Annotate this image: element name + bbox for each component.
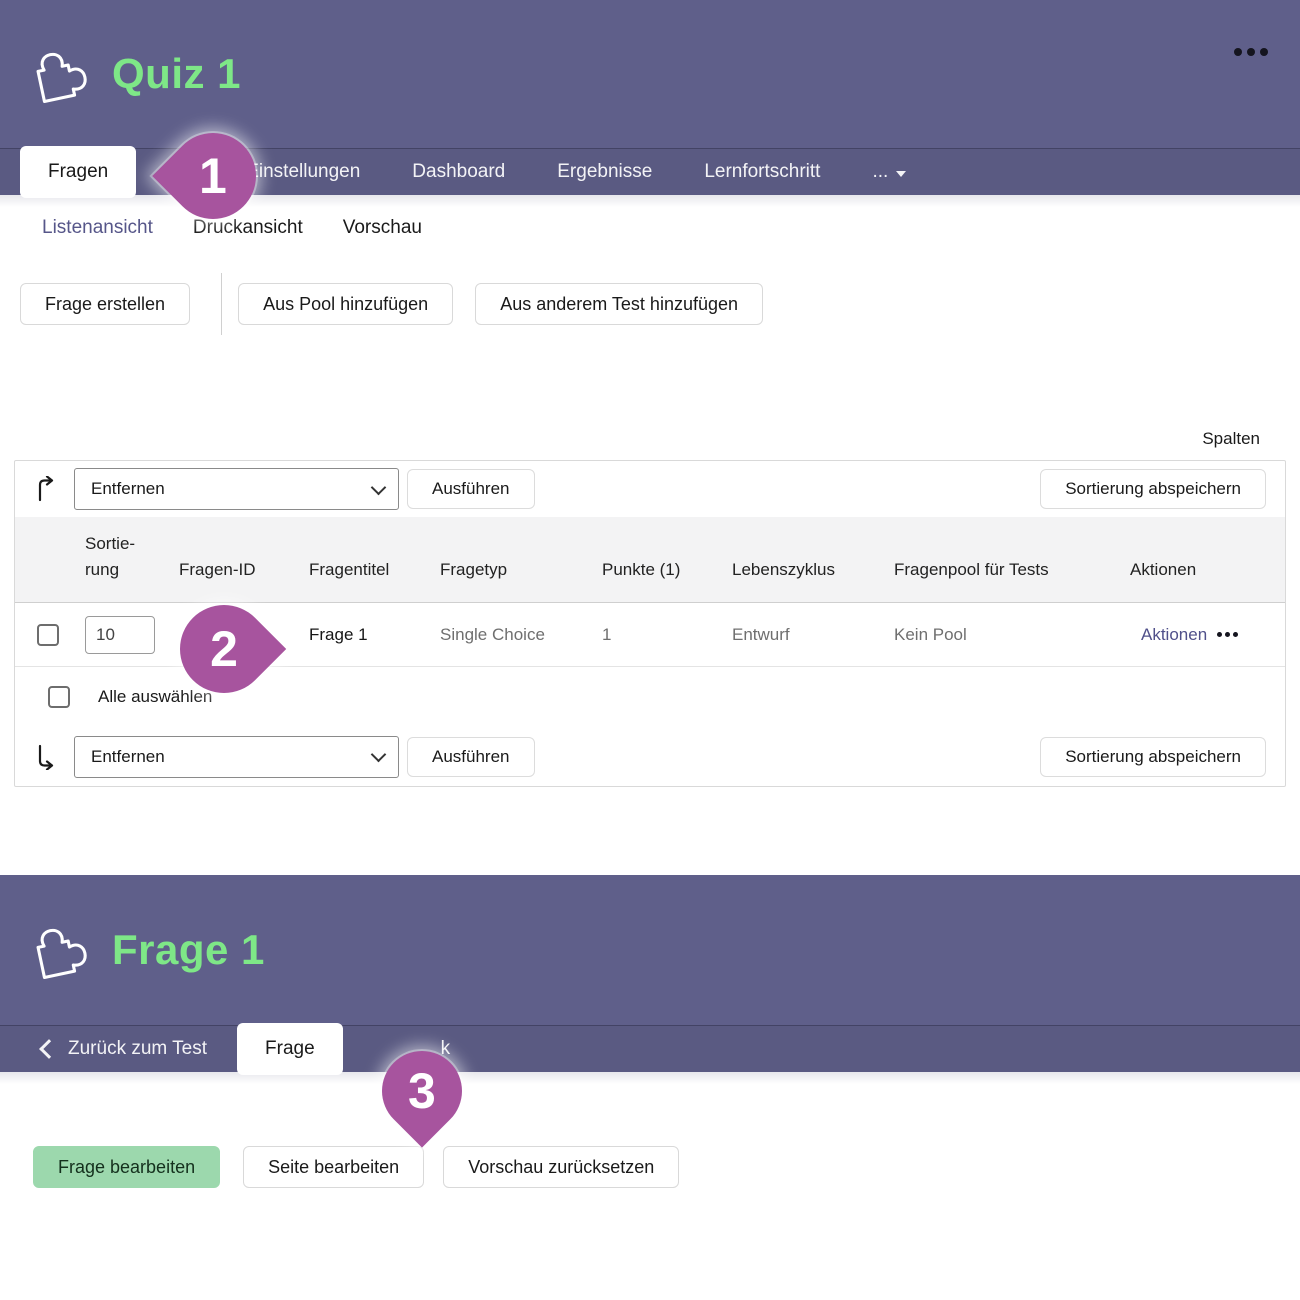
screenshot-root: Quiz 1 Fragen Einstellungen Dashboard Er…	[0, 0, 1300, 1300]
cell-fragetyp: Single Choice	[438, 625, 600, 645]
sort-order-input[interactable]	[85, 616, 155, 654]
col-punkte: Punkte (1)	[600, 557, 730, 583]
save-sorting-button-bottom[interactable]: Sortierung abspeichern	[1040, 737, 1266, 777]
create-question-button[interactable]: Frage erstellen	[20, 283, 190, 325]
back-to-test-label: Zurück zum Test	[68, 1038, 207, 1060]
question-actions-row: Frage erstellen Aus Pool hinzufügen Aus …	[0, 283, 1300, 325]
step-marker-3-number: 3	[408, 1062, 436, 1120]
puzzle-piece-icon	[30, 44, 90, 104]
chevron-down-icon	[896, 171, 906, 177]
col-fragetyp: Fragetyp	[438, 557, 600, 583]
question-window-header: Frage 1	[0, 875, 1300, 1025]
tab-frage[interactable]: Frage	[237, 1023, 343, 1075]
select-all-checkbox[interactable]	[48, 686, 70, 708]
tab-more[interactable]: ...	[846, 161, 932, 183]
question-title-link[interactable]: Frage 1	[307, 625, 438, 645]
add-from-other-test-button[interactable]: Aus anderem Test hinzufügen	[475, 283, 763, 325]
select-all-label: Alle auswählen	[98, 687, 212, 707]
chevron-down-icon	[371, 479, 387, 495]
table-header-row: Sortie-rung Fragen-ID Fragentitel Fraget…	[15, 517, 1285, 603]
execute-button-bottom[interactable]: Ausführen	[407, 737, 535, 777]
step-marker-2-number: 2	[210, 620, 238, 678]
question-edit-actions-row: Frage bearbeiten Seite bearbeiten Vorsch…	[0, 1146, 1300, 1188]
bulk-action-selected-value: Entfernen	[91, 747, 165, 767]
bulk-action-select-bottom[interactable]: Entfernen	[74, 736, 399, 778]
apply-downwards-arrow-icon	[34, 744, 58, 770]
reset-preview-button[interactable]: Vorschau zurücksetzen	[443, 1146, 679, 1188]
row-actions-kebab-icon[interactable]	[1217, 632, 1238, 637]
button-divider	[221, 273, 222, 335]
bulk-action-toolbar-bottom: Entfernen Ausführen Sortierung abspeiche…	[15, 727, 1285, 786]
page-title: Quiz 1	[112, 50, 241, 98]
section-gap	[0, 787, 1300, 875]
apply-upwards-arrow-icon	[34, 476, 58, 502]
step-marker-1-number: 1	[199, 147, 227, 205]
cell-punkte: 1	[600, 625, 730, 645]
chevron-down-icon	[371, 747, 387, 763]
subtab-vorschau[interactable]: Vorschau	[343, 217, 422, 239]
quiz-window-header: Quiz 1	[0, 0, 1300, 148]
columns-link[interactable]: Spalten	[1202, 429, 1260, 448]
edit-page-button[interactable]: Seite bearbeiten	[243, 1146, 424, 1188]
cell-fragenpool: Kein Pool	[892, 625, 1128, 645]
tab-dashboard[interactable]: Dashboard	[386, 161, 531, 183]
execute-button[interactable]: Ausführen	[407, 469, 535, 509]
page-title: Frage 1	[112, 926, 265, 974]
subtab-listenansicht[interactable]: Listenansicht	[42, 217, 153, 239]
back-to-test-link[interactable]: Zurück zum Test	[40, 1038, 207, 1060]
edit-question-button[interactable]: Frage bearbeiten	[33, 1146, 220, 1188]
tab-fragen[interactable]: Fragen	[20, 146, 136, 198]
tab-lernfortschritt[interactable]: Lernfortschritt	[678, 161, 846, 183]
col-fragenpool: Fragenpool für Tests	[892, 557, 1128, 583]
add-from-pool-button[interactable]: Aus Pool hinzufügen	[238, 283, 453, 325]
bulk-action-toolbar-top: Entfernen Ausführen Sortierung abspeiche…	[15, 461, 1285, 517]
subtab-druckansicht[interactable]: Druckansicht	[193, 217, 303, 239]
question-tab-bar: Zurück zum Test Frage k	[0, 1025, 1300, 1072]
col-lebenszyklus: Lebenszyklus	[730, 557, 892, 583]
col-aktionen: Aktionen	[1128, 557, 1285, 583]
col-fragentitel: Fragentitel	[307, 557, 438, 583]
tab-ergebnisse[interactable]: Ergebnisse	[531, 161, 678, 183]
puzzle-piece-icon	[30, 920, 90, 980]
columns-row: Spalten	[0, 429, 1300, 453]
tab-more-label: ...	[872, 161, 888, 183]
row-actions-link[interactable]: Aktionen	[1141, 625, 1207, 645]
chevron-left-icon	[39, 1039, 59, 1059]
bulk-action-select[interactable]: Entfernen	[74, 468, 399, 510]
save-sorting-button[interactable]: Sortierung abspeichern	[1040, 469, 1266, 509]
cell-lebenszyklus: Entwurf	[730, 625, 892, 645]
header-shadow	[0, 1072, 1300, 1084]
col-sortierung: Sortie-rung	[85, 531, 155, 582]
col-fragen-id: Fragen-ID	[177, 557, 307, 583]
bulk-action-selected-value: Entfernen	[91, 479, 165, 499]
row-checkbox[interactable]	[37, 624, 59, 646]
kebab-menu-icon[interactable]	[1234, 48, 1268, 56]
